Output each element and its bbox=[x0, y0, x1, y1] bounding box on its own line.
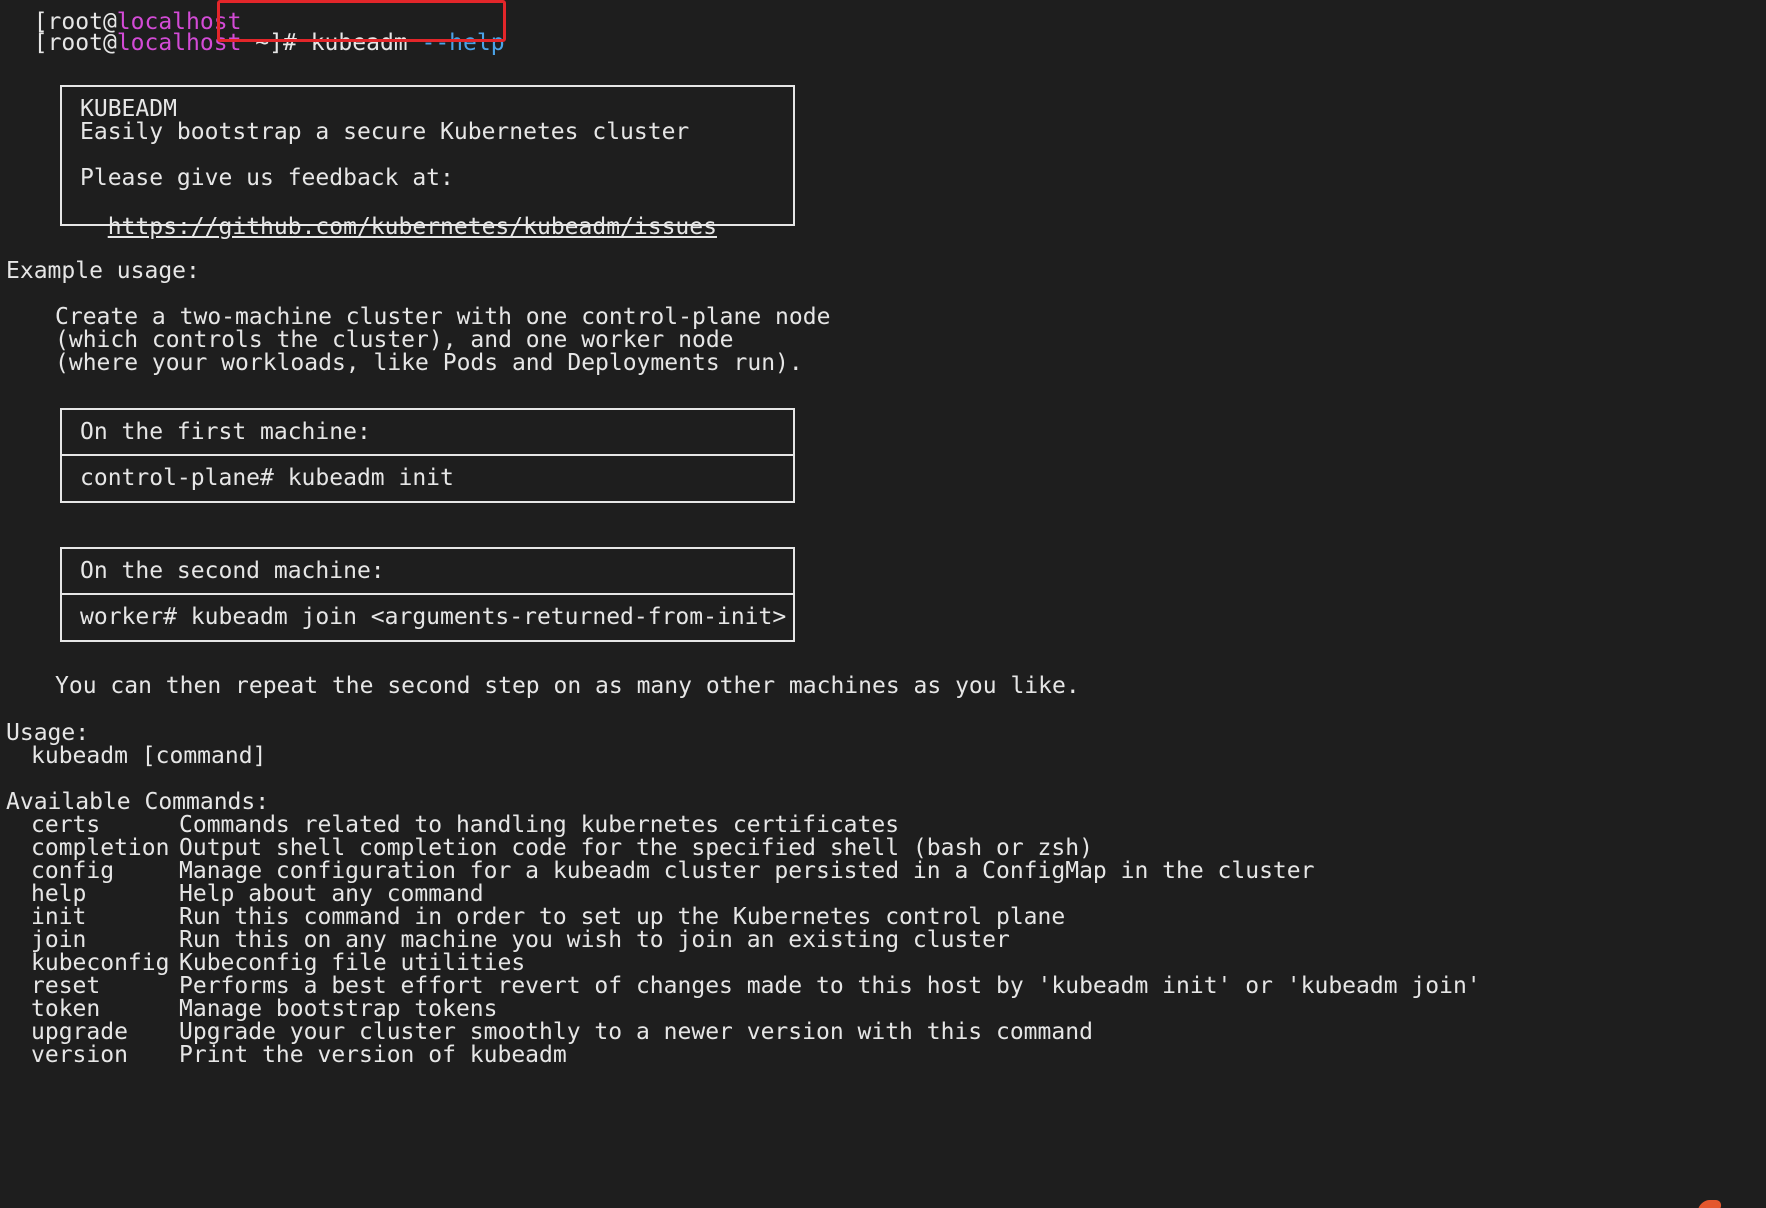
example-heading: Example usage: bbox=[6, 258, 200, 284]
command-name: version bbox=[31, 1042, 128, 1068]
command-description: Print the version of kubeadm bbox=[179, 1042, 567, 1068]
terminal-window[interactable]: { "prompt": { "open_bracket": "[", "user… bbox=[0, 0, 1766, 1208]
feedback-link[interactable]: https://github.com/kubernetes/kubeadm/is… bbox=[108, 214, 717, 240]
command-highlight-box bbox=[217, 0, 506, 42]
banner-url-line[interactable]: https://github.com/kubernetes/kubeadm/is… bbox=[80, 188, 717, 240]
second-machine-divider bbox=[60, 593, 795, 595]
prompt-user: root bbox=[47, 30, 103, 56]
second-machine-command: worker# kubeadm join <arguments-returned… bbox=[80, 604, 787, 630]
prompt-open-bracket: [ bbox=[33, 30, 48, 56]
prompt-at: @ bbox=[102, 30, 117, 56]
banner-subtitle: Easily bootstrap a secure Kubernetes clu… bbox=[80, 119, 690, 145]
second-machine-label: On the second machine: bbox=[80, 558, 385, 584]
first-machine-command: control-plane# kubeadm init bbox=[80, 465, 454, 491]
corner-decoration bbox=[1698, 1200, 1724, 1208]
example-description-line-3: (where your workloads, like Pods and Dep… bbox=[55, 350, 803, 376]
first-machine-divider bbox=[60, 454, 795, 456]
first-machine-label: On the first machine: bbox=[80, 419, 371, 445]
repeat-note: You can then repeat the second step on a… bbox=[55, 673, 1080, 699]
usage-syntax: kubeadm [command] bbox=[31, 743, 267, 769]
